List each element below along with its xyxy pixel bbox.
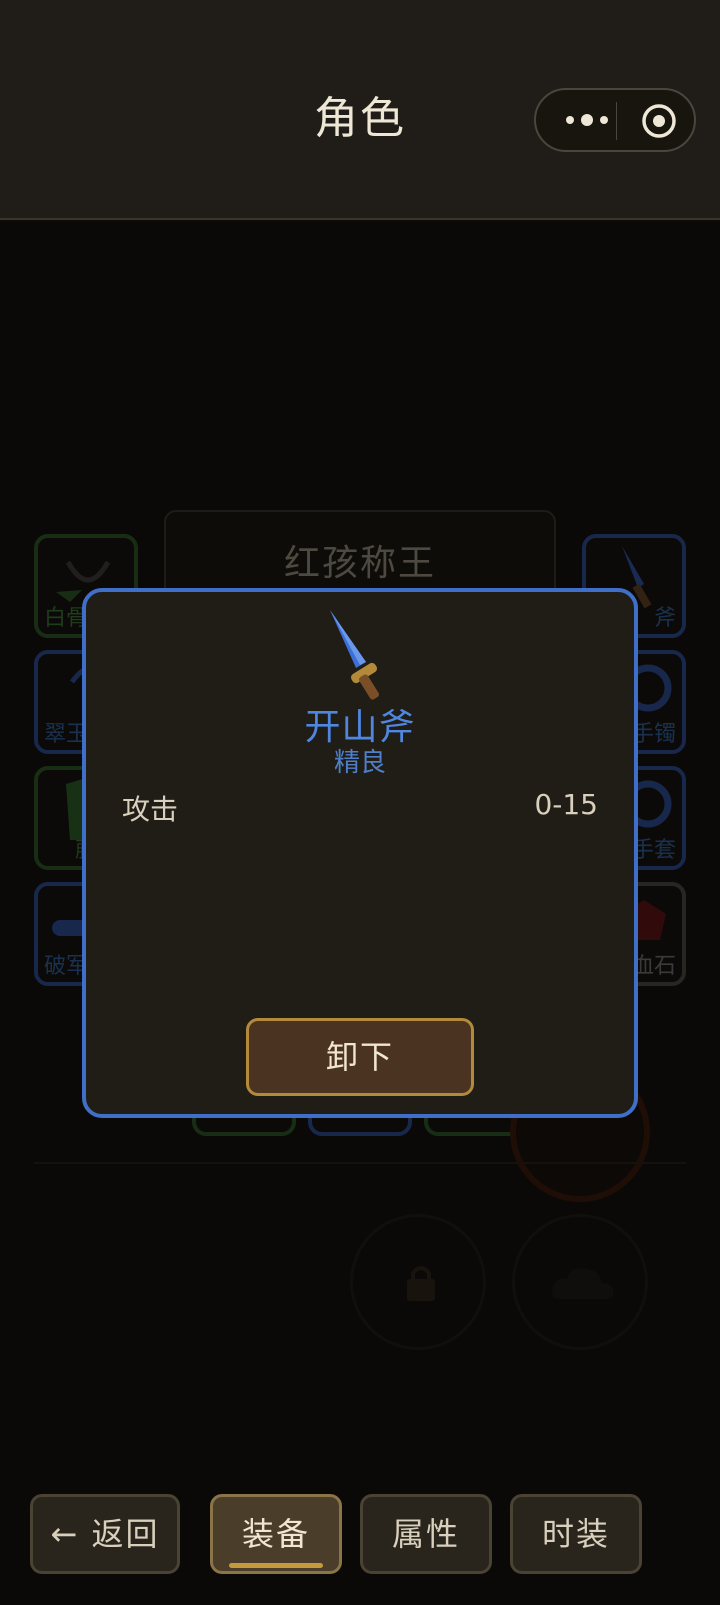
active-tab-indicator: [229, 1563, 323, 1568]
close-miniprogram-icon[interactable]: [636, 98, 682, 144]
stat-label: 攻击: [122, 793, 179, 826]
stat-value: 0-15: [534, 788, 598, 821]
more-icon[interactable]: [558, 90, 616, 150]
tab-fashion[interactable]: 时装: [510, 1494, 642, 1574]
back-button[interactable]: ← 返回: [30, 1494, 180, 1574]
tab-attributes[interactable]: 属性: [360, 1494, 492, 1574]
unequip-button[interactable]: 卸下: [246, 1018, 474, 1096]
axe-icon: [330, 610, 379, 700]
capsule-divider: [616, 102, 617, 140]
tab-label: 装备: [241, 1515, 310, 1553]
title-bar: 角色: [0, 0, 720, 220]
item-quality: 精良: [333, 748, 386, 778]
item-detail-modal: 开山斧 精良 攻击 0-15 卸下: [82, 588, 638, 1118]
tab-equipment[interactable]: 装备: [210, 1494, 342, 1574]
miniprogram-capsule: [534, 88, 696, 152]
bottom-tab-bar: ← 返回 装备 属性 时装: [0, 1490, 720, 1605]
